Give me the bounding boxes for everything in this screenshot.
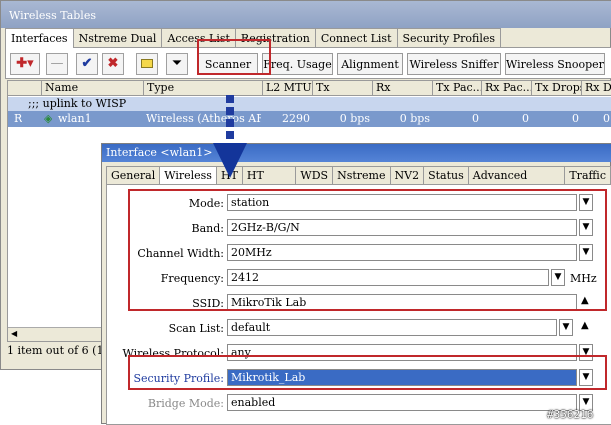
row-name: wlan1 (58, 112, 92, 125)
remove-icon[interactable]: — (46, 53, 68, 75)
add-icon[interactable]: ✚▾ (10, 53, 40, 75)
tab-nv2[interactable]: NV2 (389, 166, 425, 184)
tab-nstreme[interactable]: Nstreme (332, 166, 391, 184)
chevron-down-icon[interactable]: ▼ (559, 319, 573, 336)
comment-icon[interactable] (136, 53, 158, 75)
row-type: Wireless (Atheros AR... (146, 112, 261, 125)
interface-icon: ◈ (44, 112, 53, 125)
scan-list-label: Scan List: (168, 322, 224, 335)
col-name[interactable]: Name (42, 81, 144, 96)
col-flag[interactable] (8, 81, 42, 96)
scanner-highlight (197, 39, 271, 75)
tab-interfaces[interactable]: Interfaces (5, 28, 74, 48)
group-comment-row[interactable]: ;;; uplink to WISP (8, 97, 611, 111)
row-tx: 0 bps (339, 112, 370, 125)
col-tx-drops[interactable]: Tx Drops (532, 81, 582, 96)
col-rx-drops[interactable]: Rx Dr... (582, 81, 611, 96)
row-tx-pac: 0 (472, 112, 479, 125)
tab-traffic[interactable]: Traffic (564, 166, 611, 184)
freq-usage-button[interactable]: Freq. Usage (262, 53, 333, 75)
scroll-left-icon[interactable]: ◀ (11, 329, 17, 338)
tab-connect-list[interactable]: Connect List (314, 28, 398, 47)
col-type[interactable]: Type (144, 81, 263, 96)
scan-list-select[interactable]: default (227, 319, 557, 336)
editor-title: Interface <wlan1> (102, 144, 611, 162)
col-tx[interactable]: Tx (313, 81, 373, 96)
col-rx-pac[interactable]: Rx Pac... (482, 81, 532, 96)
disable-x-icon[interactable]: ✖ (102, 53, 124, 75)
annotation-arrow-head (213, 143, 247, 178)
row-flag: R (14, 112, 23, 125)
wireless-snooper-button[interactable]: Wireless Snooper (505, 53, 605, 75)
tab-wds[interactable]: WDS (295, 166, 334, 184)
watermark: #356216 (547, 408, 594, 421)
row-rx: 0 bps (399, 112, 430, 125)
bridge-mode-label: Bridge Mode: (147, 397, 224, 410)
col-tx-pac[interactable]: Tx Pac... (433, 81, 482, 96)
toolbar: ✚▾ — ✔ ✖ ⏷ Scanner Freq. Usage Alignment… (5, 47, 611, 79)
col-rx[interactable]: Rx (373, 81, 433, 96)
annotation-arrow-shaft (226, 95, 234, 143)
bridge-mode-select[interactable]: enabled (227, 394, 577, 411)
row-tx-drops: 0 (572, 112, 579, 125)
window-title: Wireless Tables (1, 1, 611, 28)
tab-security-profiles[interactable]: Security Profiles (396, 28, 501, 47)
wireless-sniffer-button[interactable]: Wireless Sniffer (407, 53, 501, 75)
radio-settings-highlight (128, 189, 607, 311)
alignment-button[interactable]: Alignment (337, 53, 403, 75)
tab-nstreme-dual[interactable]: Nstreme Dual (72, 28, 163, 47)
enable-check-icon[interactable]: ✔ (76, 53, 98, 75)
tab-ht-mcs[interactable]: HT MCS (241, 166, 297, 195)
filter-icon[interactable]: ⏷ (166, 53, 188, 75)
tab-general[interactable]: General (106, 166, 161, 184)
col-l2mtu[interactable]: L2 MTU (263, 81, 313, 96)
security-profile-highlight (128, 355, 607, 390)
row-l2mtu: 2290 (282, 112, 310, 125)
row-rx-drops: 0 (603, 112, 610, 125)
tab-advanced-status[interactable]: Advanced Status (467, 166, 566, 195)
editor-tabs: General Wireless HT HT MCS WDS Nstreme N… (106, 166, 611, 195)
row-rx-pac: 0 (522, 112, 529, 125)
table-header: Name Type L2 MTU Tx Rx Tx Pac... Rx Pac.… (8, 81, 611, 96)
tab-status[interactable]: Status (423, 166, 469, 184)
collapse-icon[interactable]: ▲ (581, 320, 589, 331)
table-row[interactable]: R ◈ wlan1 Wireless (Atheros AR... 2290 0… (8, 111, 611, 127)
tab-wireless[interactable]: Wireless (159, 166, 217, 184)
